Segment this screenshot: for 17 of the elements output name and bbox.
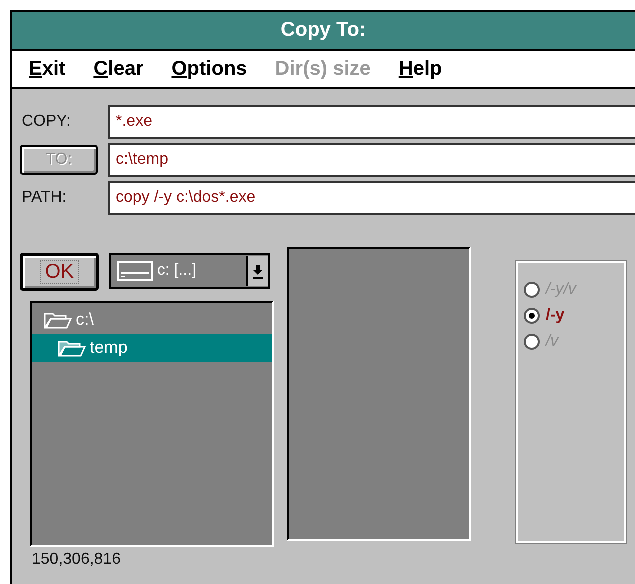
tree-item[interactable]: temp (32, 334, 272, 362)
menu-item[interactable]: Help (398, 58, 442, 80)
drive-dropdown[interactable]: c: [...] (109, 253, 270, 289)
input-field[interactable]: *.exe (108, 105, 635, 139)
input-field[interactable]: copy /-y c:\dos*.exe (108, 181, 635, 215)
tree-item[interactable]: c:\ (32, 306, 272, 334)
menu-item[interactable]: Exit (29, 58, 66, 80)
status-text: 150,306,816 (31, 551, 122, 569)
menu-item[interactable]: Clear (94, 58, 144, 80)
dropdown-arrow-icon[interactable] (246, 256, 268, 286)
ok-button[interactable]: OK (20, 253, 100, 291)
drive-icon (117, 261, 154, 281)
field-label: COPY: (22, 113, 71, 131)
menu-item[interactable]: Options (172, 58, 248, 80)
radio-option[interactable]: /-y (518, 303, 624, 329)
window-title: Copy To: (280, 19, 366, 42)
field-label: PATH: (22, 189, 67, 207)
